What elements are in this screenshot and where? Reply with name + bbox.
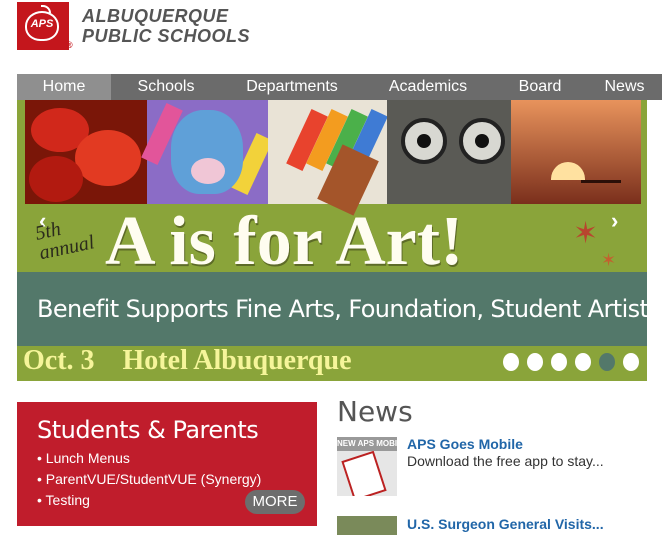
students-parents-panel: Students & Parents Lunch Menus ParentVUE… <box>17 402 317 526</box>
more-button[interactable]: MORE <box>245 490 305 514</box>
carousel-dot[interactable] <box>503 353 519 371</box>
registered-mark: ® <box>66 40 73 50</box>
banner-annual-label: 5th annual <box>33 213 96 264</box>
banner-subtitle: Benefit Supports Fine Arts, Foundation, … <box>37 295 647 323</box>
nav-news[interactable]: News <box>587 74 662 100</box>
nav-board[interactable]: Board <box>493 74 587 100</box>
org-name-line1: ALBUQUERQUE <box>82 6 229 26</box>
news-thumbnail[interactable]: NEW APS MOBILE <box>337 437 397 496</box>
thumb-banner-text: NEW APS MOBILE <box>337 437 397 451</box>
link-testing[interactable]: Testing <box>37 490 261 511</box>
news-item-snippet: Download the free app to stay... <box>407 453 604 469</box>
star-decoration-icon: ✶ <box>573 217 599 250</box>
dog-art-image <box>141 100 273 204</box>
banner-subtitle-bar: Benefit Supports Fine Arts, Foundation, … <box>17 272 647 346</box>
org-name[interactable]: ALBUQUERQUE PUBLIC SCHOOLS <box>82 6 250 46</box>
students-parents-title: Students & Parents <box>37 416 259 444</box>
nav-departments[interactable]: Departments <box>221 74 363 100</box>
news-item-title[interactable]: U.S. Surgeon General Visits... <box>407 515 604 533</box>
phone-icon <box>341 450 387 496</box>
nav-schools[interactable]: Schools <box>111 74 221 100</box>
nav-home[interactable]: Home <box>17 74 111 100</box>
peppers-art-image <box>25 100 147 204</box>
carousel-dot[interactable] <box>527 353 543 371</box>
carousel-dot-active[interactable] <box>599 353 615 371</box>
news-heading: News <box>337 395 413 428</box>
carousel-dot[interactable] <box>575 353 591 371</box>
star-decoration-icon: ✶ <box>601 250 617 270</box>
hero-carousel[interactable]: ‹ › 5th annual A is for Art! ✶ ✶ Benefit… <box>17 100 647 381</box>
pastels-guitar-art-image <box>268 100 388 216</box>
banner-headline: A is for Art! <box>105 203 464 280</box>
main-nav: Home Schools Departments Academics Board… <box>17 74 662 100</box>
news-thumbnail[interactable] <box>337 516 397 535</box>
carousel-pagination <box>503 353 639 371</box>
students-parents-links: Lunch Menus ParentVUE/StudentVUE (Synerg… <box>37 448 262 511</box>
carousel-dot[interactable] <box>623 353 639 371</box>
link-parentvue-studentvue[interactable]: ParentVUE/StudentVUE (Synergy) <box>37 469 262 490</box>
cyclist-sunset-image <box>511 100 641 204</box>
carousel-next-arrow[interactable]: › <box>611 208 618 234</box>
owl-art-image <box>387 100 511 204</box>
event-venue: Hotel Albuquerque <box>122 345 352 376</box>
carousel-dot[interactable] <box>551 353 567 371</box>
news-item-title[interactable]: APS Goes Mobile <box>407 435 523 453</box>
aps-logo[interactable]: APS <box>17 2 69 50</box>
nav-academics[interactable]: Academics <box>363 74 493 100</box>
banner-event-line: Oct. 3 Hotel Albuquerque <box>23 344 352 378</box>
logo-text: APS <box>30 18 54 30</box>
link-lunch-menus[interactable]: Lunch Menus <box>37 448 261 469</box>
event-date: Oct. 3 <box>23 345 95 376</box>
org-name-line2: PUBLIC SCHOOLS <box>82 26 251 46</box>
